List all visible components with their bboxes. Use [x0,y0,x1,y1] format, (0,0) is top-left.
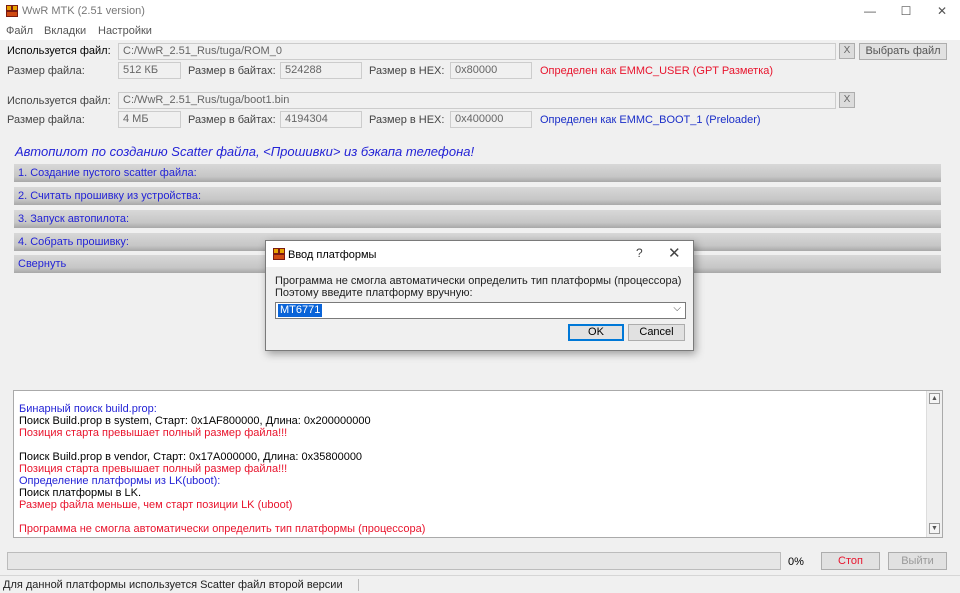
log-panel[interactable]: Бинарный поиск build.prop: Поиск Build.p… [13,390,943,538]
file2-size-field: 4 МБ [118,111,181,128]
log-line: Поиск Build.prop в vendor, Старт: 0x17A0… [19,451,363,463]
dialog-title-bar: Ввод платформы ? ✕ [266,241,693,267]
status-bar: Для данной платформы используется Scatte… [0,575,960,593]
log-line: Программа не смогла автоматически опреде… [19,523,426,535]
close-button[interactable]: ✕ [924,0,960,22]
choose-file-button[interactable]: Выбрать файл [859,43,947,60]
file2-path-field[interactable]: C:/WwR_2.51_Rus/tuga/boot1.bin [118,92,836,109]
minimize-button[interactable]: — [852,0,888,22]
menu-bar: Файл Вкладки Настройки [0,22,960,40]
file2-used-label: Используется файл: [7,95,111,107]
file1-used-label: Используется файл: [7,45,111,57]
menu-file[interactable]: Файл [6,25,33,37]
scroll-up-arrow-icon[interactable]: ▲ [929,393,940,404]
file2-clear-button[interactable]: X [839,92,855,108]
file1-size-field: 512 КБ [118,62,181,79]
title-bar: WwR MTK (2.51 version) — ☐ ✕ [0,0,960,22]
log-line: Размер файла меньше, чем старт позиции L… [19,499,293,511]
file2-size-label: Размер файла: [7,114,85,126]
file1-bytes-label: Размер в байтах: [188,65,276,77]
cancel-button[interactable]: Cancel [628,324,685,341]
file1-status-text: Определен как EMMC_USER (GPT Разметка) [540,65,774,77]
app-logo-icon [6,5,18,17]
file1-path-field[interactable]: C:/WwR_2.51_Rus/tuga/ROM_0 [118,43,836,60]
status-text: Для данной платформы используется Scatte… [3,579,343,591]
step-create-scatter[interactable]: 1. Создание пустого scatter файла: [14,164,941,182]
log-line: Позиция старта превышает полный размер ф… [19,427,288,439]
log-line: Бинарный поиск build.prop: [19,403,157,415]
scroll-down-arrow-icon[interactable]: ▼ [929,523,940,534]
file2-status-text: Определен как EMMC_BOOT_1 (Preloader) [540,114,761,126]
log-scrollbar[interactable]: ▲ ▼ [926,391,942,537]
file2-bytes-field: 4194304 [280,111,362,128]
file1-size-label: Размер файла: [7,65,85,77]
dialog-message-line1: Программа не смогла автоматически опреде… [275,275,682,287]
autopilot-title: Автопилот по созданию Scatter файла, <Пр… [15,144,475,159]
file2-hex-field: 0x400000 [450,111,532,128]
log-line: Поиск Build.prop в system, Старт: 0x1AF8… [19,415,371,427]
stop-button[interactable]: Стоп [821,552,880,570]
step-read-firmware[interactable]: 2. Считать прошивку из устройства: [14,187,941,205]
exit-button[interactable]: Выйти [888,552,947,570]
log-line: Позиция старта превышает полный размер ф… [19,463,288,475]
log-line: Поиск платформы в LK. [19,487,142,499]
dialog-message-line2: Поэтому введите платформу вручную: [275,287,473,299]
platform-input-dialog: Ввод платформы ? ✕ Программа не смогла а… [265,240,694,351]
file1-clear-button[interactable]: X [839,43,855,59]
window-title: WwR MTK (2.51 version) [22,5,145,17]
help-icon[interactable]: ? [636,246,643,260]
progress-bar [7,552,781,570]
chevron-down-icon[interactable]: ⌵ [673,303,681,314]
file1-hex-field: 0x80000 [450,62,532,79]
log-line: Определение платформы из LK(uboot): [19,475,221,487]
maximize-button[interactable]: ☐ [888,0,924,22]
progress-percent: 0% [788,556,804,568]
app-logo-icon [273,248,285,260]
dialog-title: Ввод платформы [288,249,377,261]
menu-tabs[interactable]: Вкладки [44,25,86,37]
file1-bytes-field: 524288 [280,62,362,79]
platform-combobox[interactable]: MT6771 ⌵ [275,302,686,319]
ok-button[interactable]: OK [568,324,624,341]
file2-hex-label: Размер в HEX: [369,114,445,126]
file2-bytes-label: Размер в байтах: [188,114,276,126]
status-separator [358,579,359,591]
menu-settings[interactable]: Настройки [98,25,152,37]
platform-value[interactable]: MT6771 [278,304,323,317]
dialog-close-icon[interactable]: ✕ [668,244,681,262]
file1-hex-label: Размер в HEX: [369,65,445,77]
step-run-autopilot[interactable]: 3. Запуск автопилота: [14,210,941,228]
